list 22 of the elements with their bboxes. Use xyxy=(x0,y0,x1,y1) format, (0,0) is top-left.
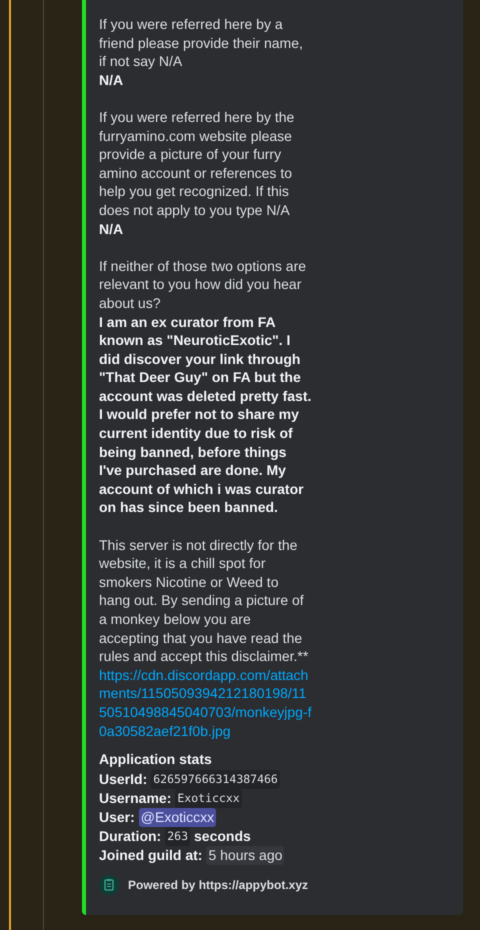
footer-text: Powered by https://appybot.xyz xyxy=(128,878,308,892)
stat-value: Exoticcxx xyxy=(175,789,242,808)
stat-value: 626597666314387466 xyxy=(151,770,280,790)
stat-label: Duration: xyxy=(99,827,162,846)
answer-text: N/A xyxy=(99,70,124,90)
stat-value: 263 xyxy=(165,827,190,846)
answer-text: I am an ex curator from FA known as "NeuroticExotic". I did discover your link through "That Deer Guy" on FA but the account was deleted pretty fast. I would prefer not to share my current identity due to risk of being banned, before things I've purchased are done. My account of which i was curator on has since been banned. xyxy=(99,312,312,518)
stat-unit: seconds xyxy=(194,827,251,846)
stats-title: Application stats xyxy=(99,750,213,770)
attachment-link[interactable]: https://cdn.discordapp.com/attachments/1150509394212180198/1150510498845040703/monkeyjpg-f0a30582aef21f0b.jpg xyxy=(99,666,313,740)
timestamp: 5 hours ago xyxy=(206,846,284,866)
answer-text: N/A xyxy=(99,220,124,238)
stat-label: UserId: xyxy=(99,770,148,790)
user-mention[interactable]: @Exoticcxx xyxy=(138,808,216,828)
stat-label: Joined guild at: xyxy=(99,846,202,866)
stat-label: User: xyxy=(99,808,135,828)
question-text: If neither of those two options are relevant to you how did you hear about us? xyxy=(99,256,308,312)
clipboard-icon xyxy=(99,875,119,896)
question-text: If you were referred here by the furryamino.com website please provide a picture of your furry amino account or references to help you get recognized. If this does not apply to you type N/A xyxy=(99,108,296,220)
stat-label: Username: xyxy=(99,789,172,808)
question-text: If you were referred here by a friend please provide their name, if not say N/A xyxy=(99,15,304,71)
disclaimer-text: This server is not directly for the website, it is a chill spot for smokers Nicotine or Weed to hang out. By sending a picture of a monkey below you are accepting that you have read the rules and accept this disclaimer.** xyxy=(99,536,310,666)
